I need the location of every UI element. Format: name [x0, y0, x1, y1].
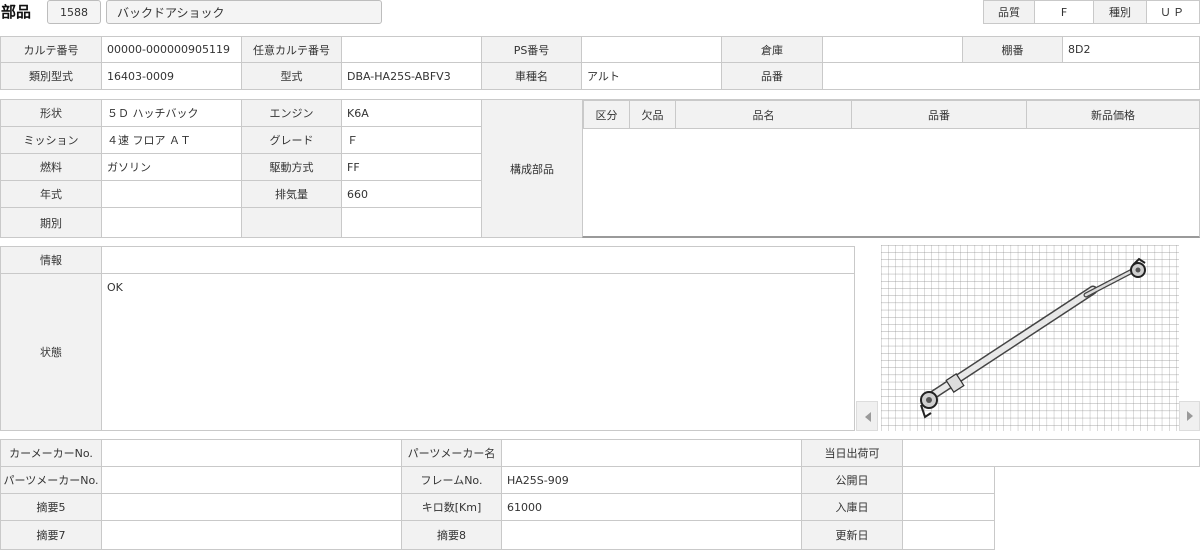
same-day-label: 当日出荷可 [801, 439, 903, 467]
car-name-value: アルト [581, 62, 722, 90]
ps-no-label: PS番号 [481, 36, 582, 63]
note5-label: 摘要5 [0, 493, 102, 521]
note8-value [501, 520, 802, 550]
grade-value: Ｆ [341, 126, 482, 154]
frame-no-value: HA25S-909 [501, 466, 802, 494]
shape-value: ５Ｄ ハッチバック [101, 99, 242, 127]
note7-label: 摘要7 [0, 520, 102, 550]
mission-value: ４速 フロア ＡＴ [101, 126, 242, 154]
part-no-value [822, 62, 1200, 90]
engine-value: K6A [341, 99, 482, 127]
class-model-value: 16403-0009 [101, 62, 242, 90]
drive-label: 駆動方式 [241, 153, 342, 181]
col-header-item-no[interactable]: 品番 [851, 100, 1027, 129]
publish-date-label: 公開日 [801, 466, 903, 494]
any-karte-label: 任意カルテ番号 [241, 36, 342, 63]
year-value [101, 180, 242, 208]
displacement-value: 660 [341, 180, 482, 208]
part-name-value: バックドアショック [117, 5, 225, 20]
kind-label: 種別 [1093, 0, 1147, 24]
note5-value [101, 493, 402, 521]
parts-maker-no-label: パーツメーカーNo. [0, 466, 102, 494]
shelf-label: 棚番 [962, 36, 1063, 63]
col-header-new-price[interactable]: 新品価格 [1026, 100, 1200, 129]
year-label: 年式 [0, 180, 102, 208]
shape-label: 形状 [0, 99, 102, 127]
grade-label: グレード [241, 126, 342, 154]
karte-no-value: 00000-000000905119 [101, 36, 242, 63]
chevron-right-icon [1186, 411, 1193, 421]
status-value: OK [101, 273, 855, 431]
engine-label: エンジン [241, 99, 342, 127]
part-name-field[interactable]: バックドアショック [106, 0, 382, 24]
mission-label: ミッション [0, 126, 102, 154]
displacement-label: 排気量 [241, 180, 342, 208]
col-header-item-name[interactable]: 品名 [675, 100, 852, 129]
period-blank-value [341, 207, 482, 238]
any-karte-value [341, 36, 482, 63]
quality-label: 品質 [983, 0, 1035, 24]
period-blank-label [241, 207, 342, 238]
frame-no-label: フレームNo. [401, 466, 502, 494]
period-value [101, 207, 242, 238]
col-header-category[interactable]: 区分 [583, 100, 630, 129]
parts-maker-name-value [501, 439, 802, 467]
components-label: 構成部品 [481, 99, 583, 238]
period-label: 期別 [0, 207, 102, 238]
km-label: キロ数[Km] [401, 493, 502, 521]
warehouse-label: 倉庫 [721, 36, 823, 63]
page-title: 部品 [1, 3, 32, 21]
components-table: 区分 欠品 品名 品番 新品価格 [582, 99, 1200, 238]
warehouse-value [822, 36, 963, 63]
fuel-value: ガソリン [101, 153, 242, 181]
car-name-label: 車種名 [481, 62, 582, 90]
part-code-value: 1588 [60, 5, 88, 19]
arrival-date-value [902, 493, 995, 521]
col-header-missing[interactable]: 欠品 [629, 100, 676, 129]
update-date-value [902, 520, 995, 550]
part-photo[interactable] [881, 245, 1179, 431]
publish-date-value [902, 466, 995, 494]
chevron-left-icon [865, 412, 871, 422]
shelf-value: 8D2 [1062, 36, 1200, 63]
parts-maker-no-value [101, 466, 402, 494]
km-value: 61000 [501, 493, 802, 521]
same-day-value [902, 439, 1200, 467]
arrival-date-label: 入庫日 [801, 493, 903, 521]
note8-label: 摘要8 [401, 520, 502, 550]
kind-value: ＵＰ [1146, 0, 1200, 24]
part-code-field[interactable]: 1588 [47, 0, 101, 24]
gallery-prev-button[interactable] [856, 245, 880, 431]
status-label: 状態 [0, 273, 102, 431]
class-model-label: 類別型式 [0, 62, 102, 90]
part-no-label: 品番 [721, 62, 823, 90]
fuel-label: 燃料 [0, 153, 102, 181]
model-value: DBA-HA25S-ABFV3 [341, 62, 482, 90]
karte-no-label: カルテ番号 [0, 36, 102, 63]
info-value [101, 246, 855, 274]
gallery-next-button[interactable] [1179, 401, 1200, 431]
info-label: 情報 [0, 246, 102, 274]
part-image-gallery [856, 245, 1200, 431]
car-maker-no-label: カーメーカーNo. [0, 439, 102, 467]
note7-value [101, 520, 402, 550]
car-maker-no-value [101, 439, 402, 467]
ps-no-value [581, 36, 722, 63]
update-date-label: 更新日 [801, 520, 903, 550]
drive-value: FF [341, 153, 482, 181]
quality-value: F [1034, 0, 1094, 24]
model-label: 型式 [241, 62, 342, 90]
parts-maker-name-label: パーツメーカー名 [401, 439, 502, 467]
